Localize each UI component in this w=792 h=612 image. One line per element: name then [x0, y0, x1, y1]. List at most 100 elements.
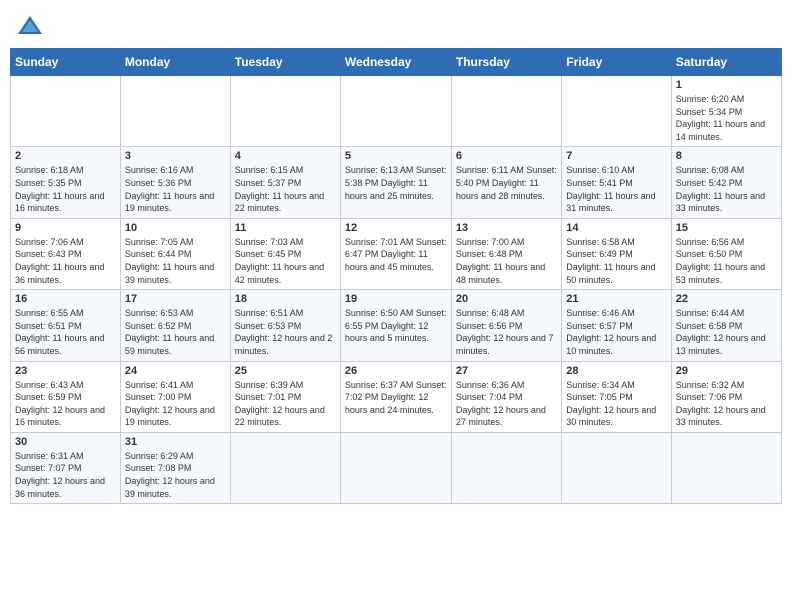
- day-info: Sunrise: 6:10 AM Sunset: 5:41 PM Dayligh…: [566, 164, 666, 214]
- calendar-week-row: 16 Sunrise: 6:55 AM Sunset: 6:51 PM Dayli…: [11, 290, 782, 361]
- weekday-header-friday: Friday: [562, 49, 671, 76]
- calendar-week-row: 23 Sunrise: 6:43 AM Sunset: 6:59 PM Dayli…: [11, 361, 782, 432]
- calendar-cell: 31Sunrise: 6:29 AM Sunset: 7:08 PM Dayli…: [120, 432, 230, 503]
- calendar-cell: 26Sunrise: 6:37 AM Sunset: 7:02 PM Dayli…: [340, 361, 451, 432]
- calendar-cell: 25 Sunrise: 6:39 AM Sunset: 7:01 PM Dayli…: [230, 361, 340, 432]
- calendar-cell: 1Sunrise: 6:20 AM Sunset: 5:34 PM Daylig…: [671, 76, 781, 147]
- calendar-cell: 12 Sunrise: 7:01 AM Sunset: 6:47 PM Dayli…: [340, 218, 451, 289]
- weekday-header-tuesday: Tuesday: [230, 49, 340, 76]
- calendar: SundayMondayTuesdayWednesdayThursdayFrid…: [10, 48, 782, 504]
- day-number: 17: [125, 293, 226, 305]
- day-number: 14: [566, 222, 666, 234]
- calendar-cell: 15Sunrise: 6:56 AM Sunset: 6:50 PM Dayli…: [671, 218, 781, 289]
- calendar-cell: 23 Sunrise: 6:43 AM Sunset: 6:59 PM Dayli…: [11, 361, 121, 432]
- calendar-cell: 19Sunrise: 6:50 AM Sunset: 6:55 PM Dayli…: [340, 290, 451, 361]
- day-info: Sunrise: 6:18 AM Sunset: 5:35 PM Dayligh…: [15, 164, 116, 214]
- calendar-cell: 2 Sunrise: 6:18 AM Sunset: 5:35 PM Daylig…: [11, 147, 121, 218]
- day-info: Sunrise: 6:51 AM Sunset: 6:53 PM Dayligh…: [235, 307, 336, 357]
- calendar-cell: [340, 432, 451, 503]
- calendar-cell: [562, 432, 671, 503]
- calendar-cell: 4 Sunrise: 6:15 AM Sunset: 5:37 PM Daylig…: [230, 147, 340, 218]
- day-number: 1: [676, 79, 777, 91]
- day-info: Sunrise: 6:39 AM Sunset: 7:01 PM Dayligh…: [235, 379, 336, 429]
- day-info: Sunrise: 6:55 AM Sunset: 6:51 PM Dayligh…: [15, 307, 116, 357]
- calendar-cell: [451, 76, 561, 147]
- day-number: 28: [566, 365, 666, 377]
- day-number: 11: [235, 222, 336, 234]
- calendar-week-row: 1Sunrise: 6:20 AM Sunset: 5:34 PM Daylig…: [11, 76, 782, 147]
- day-number: 6: [456, 150, 557, 162]
- day-info: Sunrise: 6:44 AM Sunset: 6:58 PM Dayligh…: [676, 307, 777, 357]
- calendar-week-row: 9Sunrise: 7:06 AM Sunset: 6:43 PM Daylig…: [11, 218, 782, 289]
- calendar-cell: 13Sunrise: 7:00 AM Sunset: 6:48 PM Dayli…: [451, 218, 561, 289]
- calendar-cell: 8Sunrise: 6:08 AM Sunset: 5:42 PM Daylig…: [671, 147, 781, 218]
- weekday-header-sunday: Sunday: [11, 49, 121, 76]
- day-info: Sunrise: 7:03 AM Sunset: 6:45 PM Dayligh…: [235, 236, 336, 286]
- logo: [16, 14, 48, 38]
- day-info: Sunrise: 6:53 AM Sunset: 6:52 PM Dayligh…: [125, 307, 226, 357]
- calendar-cell: 27 Sunrise: 6:36 AM Sunset: 7:04 PM Dayli…: [451, 361, 561, 432]
- day-info: Sunrise: 6:13 AM Sunset: 5:38 PM Dayligh…: [345, 164, 447, 202]
- calendar-cell: 30Sunrise: 6:31 AM Sunset: 7:07 PM Dayli…: [11, 432, 121, 503]
- day-number: 22: [676, 293, 777, 305]
- day-number: 2: [15, 150, 116, 162]
- calendar-week-row: 30Sunrise: 6:31 AM Sunset: 7:07 PM Dayli…: [11, 432, 782, 503]
- calendar-cell: 16 Sunrise: 6:55 AM Sunset: 6:51 PM Dayli…: [11, 290, 121, 361]
- day-number: 4: [235, 150, 336, 162]
- day-number: 10: [125, 222, 226, 234]
- day-number: 29: [676, 365, 777, 377]
- day-info: Sunrise: 7:01 AM Sunset: 6:47 PM Dayligh…: [345, 236, 447, 274]
- day-number: 9: [15, 222, 116, 234]
- day-info: Sunrise: 6:48 AM Sunset: 6:56 PM Dayligh…: [456, 307, 557, 357]
- day-number: 31: [125, 436, 226, 448]
- weekday-header-row: SundayMondayTuesdayWednesdayThursdayFrid…: [11, 49, 782, 76]
- day-number: 12: [345, 222, 447, 234]
- day-number: 3: [125, 150, 226, 162]
- day-number: 5: [345, 150, 447, 162]
- day-info: Sunrise: 6:32 AM Sunset: 7:06 PM Dayligh…: [676, 379, 777, 429]
- day-number: 26: [345, 365, 447, 377]
- weekday-header-thursday: Thursday: [451, 49, 561, 76]
- day-info: Sunrise: 6:41 AM Sunset: 7:00 PM Dayligh…: [125, 379, 226, 429]
- calendar-cell: 3 Sunrise: 6:16 AM Sunset: 5:36 PM Daylig…: [120, 147, 230, 218]
- day-info: Sunrise: 6:08 AM Sunset: 5:42 PM Dayligh…: [676, 164, 777, 214]
- calendar-cell: 7 Sunrise: 6:10 AM Sunset: 5:41 PM Daylig…: [562, 147, 671, 218]
- day-info: Sunrise: 6:16 AM Sunset: 5:36 PM Dayligh…: [125, 164, 226, 214]
- day-info: Sunrise: 6:15 AM Sunset: 5:37 PM Dayligh…: [235, 164, 336, 214]
- calendar-cell: [340, 76, 451, 147]
- day-number: 23: [15, 365, 116, 377]
- day-info: Sunrise: 6:34 AM Sunset: 7:05 PM Dayligh…: [566, 379, 666, 429]
- calendar-cell: 21Sunrise: 6:46 AM Sunset: 6:57 PM Dayli…: [562, 290, 671, 361]
- weekday-header-saturday: Saturday: [671, 49, 781, 76]
- calendar-cell: [562, 76, 671, 147]
- calendar-cell: 11 Sunrise: 7:03 AM Sunset: 6:45 PM Dayli…: [230, 218, 340, 289]
- day-number: 7: [566, 150, 666, 162]
- calendar-cell: [451, 432, 561, 503]
- logo-icon: [16, 14, 44, 38]
- calendar-cell: 18 Sunrise: 6:51 AM Sunset: 6:53 PM Dayli…: [230, 290, 340, 361]
- calendar-cell: 28 Sunrise: 6:34 AM Sunset: 7:05 PM Dayli…: [562, 361, 671, 432]
- day-number: 13: [456, 222, 557, 234]
- calendar-cell: 10Sunrise: 7:05 AM Sunset: 6:44 PM Dayli…: [120, 218, 230, 289]
- calendar-cell: 14Sunrise: 6:58 AM Sunset: 6:49 PM Dayli…: [562, 218, 671, 289]
- day-number: 18: [235, 293, 336, 305]
- day-info: Sunrise: 6:11 AM Sunset: 5:40 PM Dayligh…: [456, 164, 557, 202]
- calendar-cell: 20 Sunrise: 6:48 AM Sunset: 6:56 PM Dayli…: [451, 290, 561, 361]
- calendar-cell: 29 Sunrise: 6:32 AM Sunset: 7:06 PM Dayli…: [671, 361, 781, 432]
- day-number: 24: [125, 365, 226, 377]
- day-number: 19: [345, 293, 447, 305]
- header: [10, 10, 782, 42]
- day-number: 25: [235, 365, 336, 377]
- calendar-cell: 5 Sunrise: 6:13 AM Sunset: 5:38 PM Daylig…: [340, 147, 451, 218]
- calendar-cell: [671, 432, 781, 503]
- calendar-cell: 6 Sunrise: 6:11 AM Sunset: 5:40 PM Daylig…: [451, 147, 561, 218]
- weekday-header-wednesday: Wednesday: [340, 49, 451, 76]
- day-info: Sunrise: 6:36 AM Sunset: 7:04 PM Dayligh…: [456, 379, 557, 429]
- day-number: 15: [676, 222, 777, 234]
- day-number: 16: [15, 293, 116, 305]
- day-number: 27: [456, 365, 557, 377]
- day-number: 20: [456, 293, 557, 305]
- weekday-header-monday: Monday: [120, 49, 230, 76]
- day-info: Sunrise: 6:43 AM Sunset: 6:59 PM Dayligh…: [15, 379, 116, 429]
- calendar-cell: [11, 76, 121, 147]
